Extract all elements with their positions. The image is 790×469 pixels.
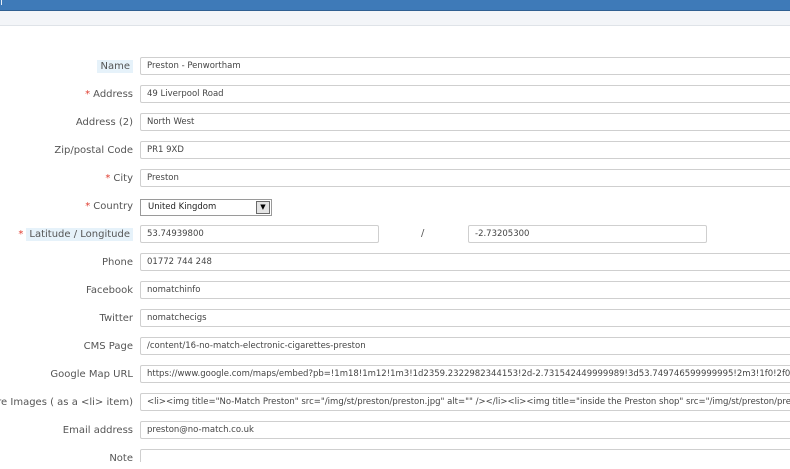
name-input[interactable]: Preston - Penwortham	[140, 57, 790, 75]
country-select[interactable]: United Kingdom ▼	[140, 199, 272, 216]
store-images-label: Store Images ( as a <li> item)	[0, 397, 133, 408]
note-row: Note	[0, 449, 790, 469]
twitter-label: Twitter	[99, 313, 133, 324]
address-input[interactable]: 49 Liverpool Road	[140, 85, 790, 103]
city-label: * City	[105, 173, 133, 184]
name-label: Name	[97, 60, 133, 73]
note-label: Note	[109, 453, 133, 464]
facebook-label: Facebook	[86, 285, 133, 296]
twitter-row: Twitter nomatchecigs	[0, 309, 790, 329]
address2-label: Address (2)	[75, 117, 133, 128]
address-row: * Address 49 Liverpool Road	[0, 85, 790, 105]
note-textarea[interactable]	[140, 449, 790, 462]
cms-page-label: CMS Page	[83, 341, 133, 352]
longitude-input[interactable]: -2.73205300	[468, 225, 707, 243]
facebook-input[interactable]: nomatchinfo	[140, 281, 790, 299]
address-label: * Address	[85, 89, 133, 100]
phone-row: Phone 01772 744 248	[0, 253, 790, 273]
facebook-row: Facebook nomatchinfo	[0, 281, 790, 301]
phone-input[interactable]: 01772 744 248	[140, 253, 790, 271]
city-input[interactable]: Preston	[140, 169, 790, 187]
store-images-input[interactable]: <li><img title="No-Match Preston" src="/…	[140, 393, 790, 411]
chevron-down-icon[interactable]: ▼	[256, 201, 270, 214]
twitter-input[interactable]: nomatchecigs	[140, 309, 790, 327]
zip-row: Zip/postal Code PR1 9XD	[0, 141, 790, 161]
email-input[interactable]: preston@no-match.co.uk	[140, 421, 790, 439]
toolbar-strip	[0, 11, 790, 26]
country-row: * Country United Kingdom ▼	[0, 197, 790, 217]
country-label: * Country	[85, 201, 133, 212]
cms-page-row: CMS Page /content/16-no-match-electronic…	[0, 337, 790, 357]
google-map-label: Google Map URL	[50, 369, 133, 380]
email-row: Email address preston@no-match.co.uk	[0, 421, 790, 441]
latlng-row: * Latitude / Longitude 53.74939800 / -2.7…	[0, 225, 790, 245]
zip-input[interactable]: PR1 9XD	[140, 141, 790, 159]
email-label: Email address	[62, 425, 133, 436]
google-map-input[interactable]: https://www.google.com/maps/embed?pb=!1m…	[140, 365, 790, 383]
latitude-input[interactable]: 53.74939800	[140, 225, 379, 243]
address2-input[interactable]: North West	[140, 113, 790, 131]
cms-page-input[interactable]: /content/16-no-match-electronic-cigarett…	[140, 337, 790, 355]
latlng-separator: /	[421, 228, 425, 239]
city-row: * City Preston	[0, 169, 790, 189]
header-tick	[1, 0, 2, 5]
zip-label: Zip/postal Code	[54, 145, 133, 156]
store-images-row: Store Images ( as a <li> item) <li><img …	[0, 393, 790, 413]
google-map-row: Google Map URL https://www.google.com/ma…	[0, 365, 790, 385]
top-header-bar	[0, 0, 790, 11]
phone-label: Phone	[102, 257, 133, 268]
address2-row: Address (2) North West	[0, 113, 790, 133]
country-select-value: United Kingdom	[148, 202, 217, 212]
name-row: Name Preston - Penwortham	[0, 57, 790, 77]
latlng-label: * Latitude / Longitude	[18, 228, 133, 241]
